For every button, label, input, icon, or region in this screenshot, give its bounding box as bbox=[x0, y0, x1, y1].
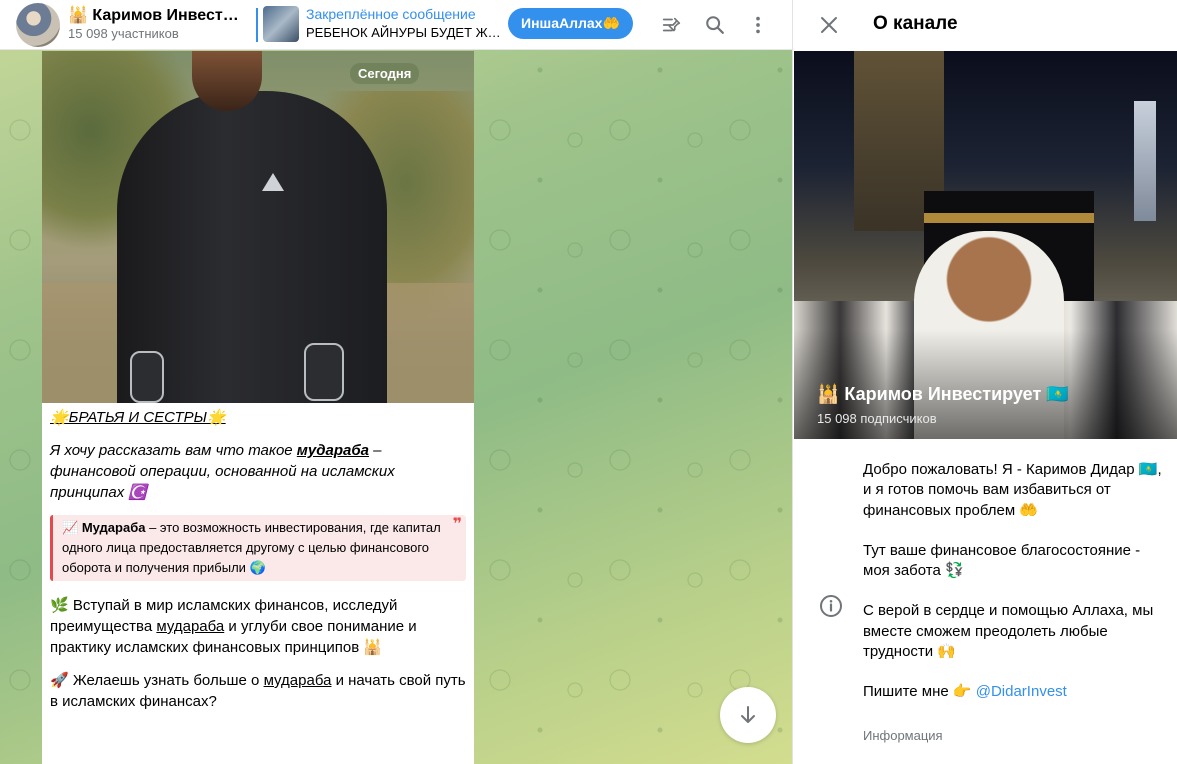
channel-post[interactable]: Сегодня 🌟БРАТЬЯ И СЕСТРЫ🌟 Я хочу рассказ… bbox=[42, 51, 474, 764]
channel-title[interactable]: 🕌 Каримов Инвест… bbox=[68, 5, 239, 25]
subscribers-count: 15 098 подписчиков bbox=[817, 411, 937, 426]
mudaraba-link[interactable]: мудараба bbox=[156, 618, 224, 635]
chat-header: 🕌 Каримов Инвест… 15 098 участников Закр… bbox=[0, 0, 792, 50]
info-label: Информация bbox=[863, 728, 943, 743]
quote-term: Мудараба bbox=[81, 520, 146, 535]
description-paragraph: Тут ваше финансовое благосостояние - моя… bbox=[863, 541, 1141, 580]
close-icon[interactable] bbox=[817, 13, 841, 37]
more-vertical-icon[interactable] bbox=[746, 13, 770, 37]
mudaraba-link[interactable]: мудараба bbox=[264, 672, 332, 689]
pinned-label[interactable]: Закреплённое сообщение bbox=[306, 6, 476, 22]
contact-link[interactable]: @DidarInvest bbox=[976, 683, 1067, 700]
post-heading: 🌟БРАТЬЯ И СЕСТРЫ🌟 bbox=[50, 409, 226, 426]
description-paragraph: С верой в сердце и помощью Аллаха, мы вм… bbox=[863, 602, 1154, 661]
pinned-thumbnail[interactable] bbox=[263, 6, 299, 42]
post-paragraph-3: 🚀 Желаешь узнать больше о мудараба и нач… bbox=[50, 672, 466, 710]
date-badge: Сегодня bbox=[350, 63, 420, 84]
channel-info-panel: О канале 🕌 Каримов Инвестирует 🇰🇿 15 098… bbox=[792, 0, 1177, 764]
chat-area: 🕌 Каримов Инвест… 15 098 участников Закр… bbox=[0, 0, 792, 764]
pinned-action-button[interactable]: ИншаАллах🤲 bbox=[508, 8, 633, 39]
panel-header: О канале bbox=[793, 0, 1177, 50]
channel-avatar[interactable] bbox=[16, 3, 60, 47]
post-intro: Я хочу рассказать вам что такое мудараба… bbox=[50, 442, 395, 501]
channel-cover-photo[interactable] bbox=[794, 51, 1177, 439]
description-paragraph: Добро пожаловать! Я - Каримов Дидар 🇰🇿, … bbox=[863, 461, 1162, 519]
channel-name: 🕌 Каримов Инвестирует 🇰🇿 bbox=[817, 384, 1069, 404]
mudaraba-link[interactable]: мудараба bbox=[297, 442, 369, 459]
pinned-list-icon[interactable] bbox=[660, 13, 684, 37]
quote-block: 📈 Мудараба – это возможность инвестирова… bbox=[50, 515, 466, 581]
arrow-down-icon bbox=[741, 706, 755, 723]
search-icon[interactable] bbox=[703, 13, 727, 37]
pinned-text[interactable]: РЕБЕНОК АЙНУРЫ БУДЕТ Ж… bbox=[306, 25, 504, 40]
info-icon bbox=[819, 594, 843, 618]
description-contact: Пишите мне 👉 @DidarInvest bbox=[863, 683, 1067, 701]
panel-title: О канале bbox=[873, 13, 958, 34]
quote-icon: ❞ bbox=[452, 516, 462, 533]
post-photo[interactable]: Сегодня bbox=[42, 51, 474, 403]
scroll-down-button[interactable] bbox=[720, 687, 776, 743]
members-count: 15 098 участников bbox=[68, 26, 179, 41]
post-paragraph-2: 🌿 Вступай в мир исламских финансов, иссл… bbox=[50, 597, 417, 656]
channel-description: Добро пожаловать! Я - Каримов Дидар 🇰🇿, … bbox=[863, 460, 1163, 703]
post-text: 🌟БРАТЬЯ И СЕСТРЫ🌟 Я хочу рассказать вам … bbox=[42, 403, 474, 712]
pinned-accent-bar bbox=[256, 8, 258, 42]
